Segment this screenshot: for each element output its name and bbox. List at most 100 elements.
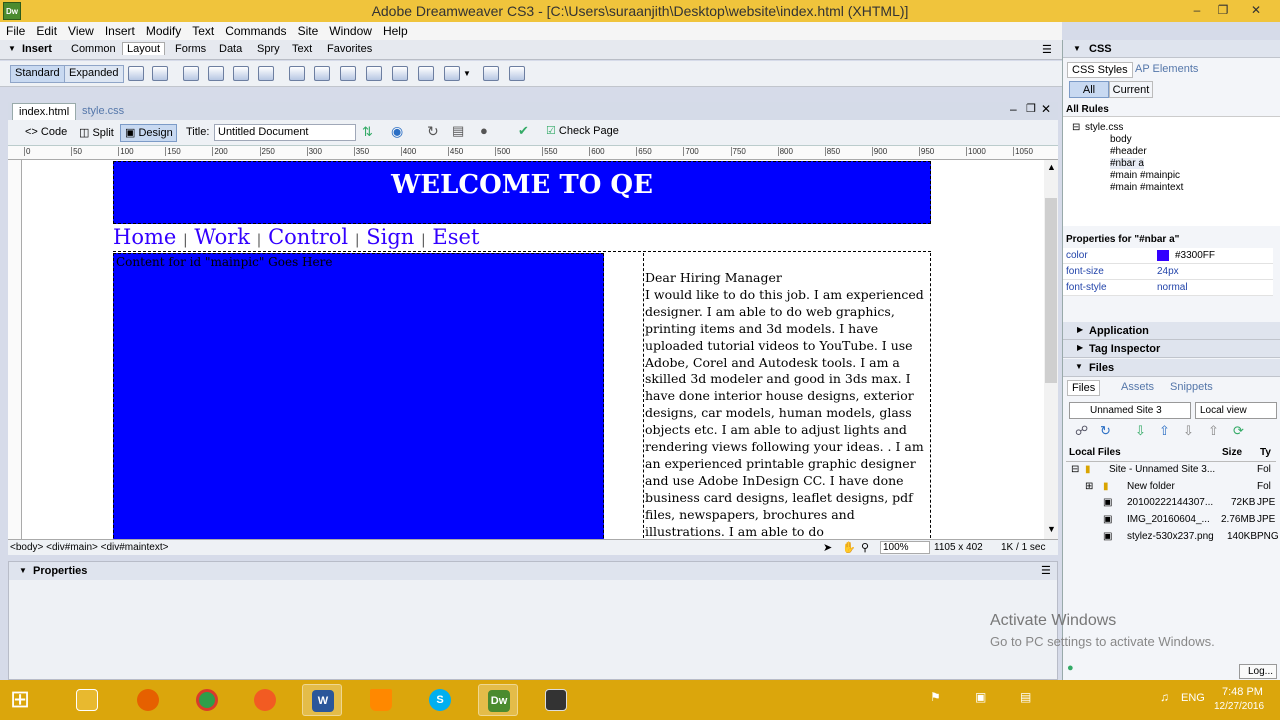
taskbar-chrome[interactable] — [187, 684, 227, 716]
clock-date[interactable]: 12/27/2016 — [1214, 701, 1264, 712]
tab-style-css[interactable]: style.css — [76, 103, 130, 119]
css-rule-maintext[interactable]: #main #maintext — [1110, 182, 1183, 193]
div-icon[interactable] — [152, 66, 168, 81]
taskbar-media[interactable] — [536, 684, 576, 716]
css-rule-header[interactable]: #header — [1110, 146, 1147, 157]
menu-modify[interactable]: Modify — [140, 22, 186, 38]
expand-arrow-icon[interactable]: ▶ — [1077, 343, 1083, 352]
draw-cell-icon[interactable] — [258, 66, 274, 81]
layer-icon[interactable] — [183, 66, 199, 81]
restore-icon[interactable]: ❐ — [1212, 2, 1234, 18]
col-size[interactable]: Size — [1222, 447, 1242, 458]
taskbar-explorer[interactable] — [67, 684, 107, 716]
put-files-icon[interactable]: ⇧ — [1159, 423, 1170, 439]
taskbar-flash[interactable] — [245, 684, 285, 716]
clock-time[interactable]: 7:48 PM — [1222, 686, 1263, 698]
application-panel-header[interactable]: Application — [1063, 322, 1280, 340]
tab-index-html[interactable]: index.html — [12, 103, 77, 120]
prop-row[interactable]: font-size 24px — [1063, 264, 1273, 280]
file-row-jpg1[interactable]: 20100222144307... — [1127, 497, 1213, 508]
nav-bar-div[interactable]: Home | Work | Control | Sign | Eset — [113, 225, 931, 252]
zoom-select[interactable]: 100% — [880, 541, 930, 554]
frames-icon[interactable] — [444, 66, 460, 81]
scroll-down-icon[interactable]: ▼ — [1047, 524, 1056, 534]
tab-text[interactable]: Text — [292, 43, 312, 55]
taskbar-vlc[interactable] — [361, 684, 401, 716]
nav-link-home[interactable]: Home — [113, 225, 176, 249]
iframe-icon[interactable] — [392, 66, 408, 81]
site-select[interactable]: Unnamed Site 3 — [1069, 402, 1191, 419]
insert-row-below-icon[interactable] — [314, 66, 330, 81]
split-view-button[interactable]: ◫ Split — [74, 124, 118, 142]
tab-ap-elements[interactable]: AP Elements — [1135, 63, 1198, 75]
color-swatch[interactable] — [1157, 250, 1169, 261]
menu-help[interactable]: Help — [377, 22, 413, 38]
tab-assets[interactable]: Assets — [1121, 381, 1154, 393]
tab-favorites[interactable]: Favorites — [327, 43, 372, 55]
css-rule-body[interactable]: body — [1110, 134, 1132, 145]
css-rule-mainpic[interactable]: #main #mainpic — [1110, 170, 1180, 181]
tab-snippets[interactable]: Snippets — [1170, 381, 1213, 393]
design-canvas[interactable]: WELCOME TO QE Home | Work | Control | Si… — [22, 160, 1044, 539]
prop-row[interactable]: color #3300FF — [1063, 248, 1273, 264]
check-in-icon[interactable]: ⇧ — [1208, 423, 1219, 439]
expand-arrow-icon[interactable]: ▶ — [1077, 325, 1083, 334]
tab-spry[interactable]: Spry — [257, 43, 280, 55]
taskbar-firefox[interactable] — [128, 684, 168, 716]
file-row-jpg2[interactable]: IMG_20160604_... — [1127, 514, 1210, 525]
doc-minimize-icon[interactable]: – — [1010, 102, 1017, 116]
menu-edit[interactable]: Edit — [30, 22, 62, 38]
file-row-site[interactable]: Site - Unnamed Site 3... — [1109, 464, 1215, 475]
spry-menu-icon[interactable] — [483, 66, 499, 81]
spry-panel-icon[interactable] — [509, 66, 525, 81]
prop-row[interactable]: font-style normal — [1063, 280, 1273, 296]
css-all-button[interactable]: All — [1069, 81, 1109, 98]
view-select[interactable]: Local view — [1195, 402, 1277, 419]
tree-collapse-icon[interactable]: ⊟ — [1072, 122, 1080, 133]
expand-arrow-icon[interactable]: ▼ — [8, 44, 16, 53]
css-rule-stylesheet[interactable]: style.css — [1085, 122, 1123, 133]
tab-css-styles[interactable]: CSS Styles — [1067, 62, 1133, 78]
taskbar-word[interactable]: W — [302, 684, 342, 716]
scroll-thumb[interactable] — [1045, 198, 1057, 383]
panel-options-icon[interactable]: ☰ — [1042, 43, 1052, 56]
tab-common[interactable]: Common — [71, 43, 116, 55]
tab-files[interactable]: Files — [1067, 380, 1101, 396]
doc-close-icon[interactable]: ✕ — [1041, 102, 1051, 116]
layout-table-icon[interactable] — [208, 66, 224, 81]
nav-link-sign[interactable]: Sign — [366, 225, 414, 249]
tab-layout[interactable]: Layout — [122, 42, 166, 55]
file-row-png[interactable]: stylez-530x237.png — [1127, 531, 1214, 542]
table-icon[interactable] — [128, 66, 144, 81]
insert-column-left-icon[interactable] — [340, 66, 356, 81]
menu-text[interactable]: Text — [186, 22, 219, 38]
tab-forms[interactable]: Forms — [175, 43, 206, 55]
zoom-tool-icon[interactable]: ⚲ — [861, 541, 869, 554]
layout-cell-icon[interactable] — [233, 66, 249, 81]
scroll-up-icon[interactable]: ▲ — [1047, 162, 1056, 172]
hand-tool-icon[interactable]: ✋ — [842, 541, 856, 554]
files-panel-header[interactable]: Files — [1063, 359, 1280, 377]
css-panel-header[interactable]: CSS — [1063, 40, 1280, 58]
window-size[interactable]: 1105 x 402 — [934, 542, 983, 553]
menu-commands[interactable]: Commands — [219, 22, 291, 38]
menu-insert[interactable]: Insert — [99, 22, 140, 38]
frame-icon[interactable] — [418, 66, 434, 81]
css-current-button[interactable]: Current — [1109, 81, 1153, 98]
tag-selector[interactable]: <body> <div#main> <div#maintext> — [10, 542, 168, 553]
mainpic-div[interactable]: Content for id "mainpic" Goes Here — [113, 253, 604, 539]
expanded-button[interactable]: Expanded — [64, 65, 124, 83]
menu-view[interactable]: View — [62, 22, 99, 38]
properties-header[interactable]: Properties — [9, 562, 1057, 580]
insert-row-above-icon[interactable] — [289, 66, 305, 81]
log-button[interactable]: Log... — [1239, 664, 1277, 679]
language-indicator[interactable]: ENG — [1181, 692, 1205, 704]
standard-button[interactable]: Standard — [10, 65, 65, 83]
refresh-files-icon[interactable]: ↻ — [1100, 423, 1111, 439]
refresh-icon[interactable]: ↻ — [427, 123, 439, 140]
taskbar-dreamweaver[interactable]: Dw — [478, 684, 518, 716]
tree-collapse-icon[interactable]: ⊟ — [1071, 464, 1079, 475]
connect-icon[interactable]: ☍ — [1075, 423, 1088, 439]
menu-window[interactable]: Window — [323, 22, 377, 38]
taskbar-skype[interactable]: S — [420, 684, 460, 716]
